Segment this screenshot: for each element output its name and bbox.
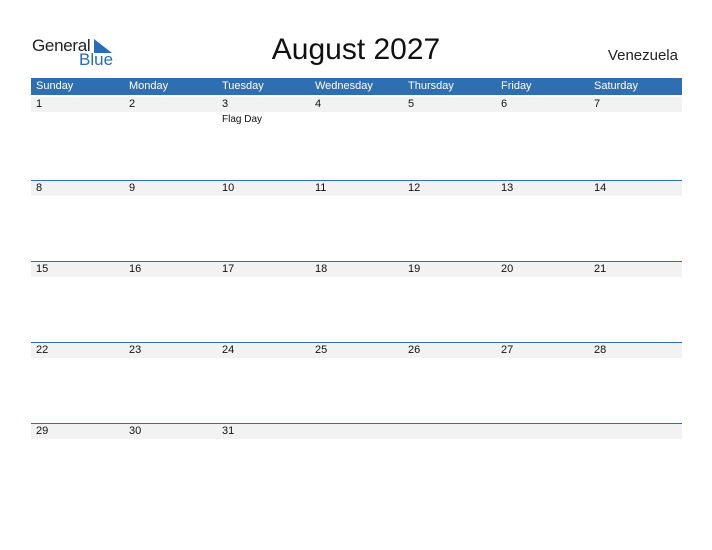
day-number: 2 <box>129 98 136 110</box>
events-row <box>31 277 682 279</box>
day-number: 18 <box>315 263 328 275</box>
day-number: 17 <box>222 263 235 275</box>
day-number: 16 <box>129 263 142 275</box>
day-number: 26 <box>408 344 421 356</box>
events-row <box>31 196 682 198</box>
date-strip: 1 2 3 4 5 6 7 <box>31 97 682 112</box>
day-number: 15 <box>36 263 49 275</box>
day-number <box>496 424 589 439</box>
date-strip: 29 30 31 <box>31 424 682 439</box>
day-event <box>589 358 682 360</box>
day-event <box>403 112 496 125</box>
day-number: 20 <box>501 263 514 275</box>
week-row: 29 30 31 <box>31 423 682 504</box>
day-event <box>124 196 217 198</box>
date-strip: 15 16 17 18 19 20 21 <box>31 262 682 277</box>
day-number: 27 <box>501 344 514 356</box>
day-number: 31 <box>222 425 235 437</box>
day-event <box>124 358 217 360</box>
day-event <box>403 439 496 441</box>
events-row: Flag Day <box>31 112 682 125</box>
date-strip: 8 9 10 11 12 13 14 <box>31 181 682 196</box>
day-number <box>589 424 682 439</box>
day-event <box>403 277 496 279</box>
weekday-tuesday: Tuesday <box>222 80 264 92</box>
events-row <box>31 439 682 441</box>
day-event <box>31 439 124 441</box>
day-event <box>217 439 310 441</box>
day-event <box>496 439 589 441</box>
day-number: 22 <box>36 344 49 356</box>
country-label: Venezuela <box>607 47 678 64</box>
day-event <box>31 277 124 279</box>
day-event <box>310 277 403 279</box>
day-event <box>496 358 589 360</box>
date-strip: 22 23 24 25 26 27 28 <box>31 343 682 358</box>
day-number: 8 <box>36 182 43 194</box>
day-number: 19 <box>408 263 421 275</box>
day-number: 14 <box>594 182 607 194</box>
day-number: 21 <box>594 263 607 275</box>
day-event <box>31 358 124 360</box>
week-row: 22 23 24 25 26 27 28 <box>31 342 682 423</box>
day-event <box>124 439 217 441</box>
day-event <box>217 277 310 279</box>
weekday-sunday: Sunday <box>36 80 74 92</box>
day-event <box>496 112 589 125</box>
day-event <box>124 277 217 279</box>
day-event <box>589 112 682 125</box>
day-event <box>403 196 496 198</box>
day-number: 7 <box>594 98 601 110</box>
day-event: Flag Day <box>222 114 263 125</box>
week-row: 8 9 10 11 12 13 14 <box>31 180 682 261</box>
weekday-monday: Monday <box>129 80 169 92</box>
events-row <box>31 358 682 360</box>
day-number: 24 <box>222 344 235 356</box>
day-event <box>310 196 403 198</box>
day-number: 3 <box>222 98 229 110</box>
day-number <box>310 424 403 439</box>
weekday-saturday: Saturday <box>594 80 639 92</box>
day-number: 23 <box>129 344 142 356</box>
weekday-friday: Friday <box>501 80 532 92</box>
weekday-header: Sunday Monday Tuesday Wednesday Thursday… <box>31 78 682 95</box>
day-number: 29 <box>36 425 49 437</box>
weekday-thursday: Thursday <box>408 80 454 92</box>
day-number: 5 <box>408 98 415 110</box>
day-event <box>403 358 496 360</box>
calendar-grid: Sunday Monday Tuesday Wednesday Thursday… <box>31 78 682 504</box>
day-event <box>589 196 682 198</box>
day-event <box>124 112 217 125</box>
day-number: 1 <box>36 98 43 110</box>
day-number: 11 <box>315 182 327 194</box>
day-number <box>403 424 496 439</box>
day-event <box>217 358 310 360</box>
day-event <box>310 358 403 360</box>
day-event <box>31 196 124 198</box>
day-event <box>496 277 589 279</box>
day-event <box>589 277 682 279</box>
day-event <box>310 439 403 441</box>
day-event <box>217 196 310 198</box>
day-number: 30 <box>129 425 142 437</box>
week-row: 1 2 3 4 5 6 7 Flag Day <box>31 97 682 180</box>
day-number: 4 <box>315 98 322 110</box>
day-event <box>31 112 124 125</box>
day-number: 10 <box>222 182 235 194</box>
day-number: 9 <box>129 182 136 194</box>
day-event <box>496 196 589 198</box>
day-event <box>310 112 403 125</box>
week-row: 15 16 17 18 19 20 21 <box>31 261 682 342</box>
weekday-wednesday: Wednesday <box>315 80 373 92</box>
day-number: 28 <box>594 344 607 356</box>
page-title: August 2027 <box>271 33 441 66</box>
day-event <box>589 439 682 441</box>
day-number: 12 <box>408 182 421 194</box>
day-number: 13 <box>501 182 514 194</box>
day-number: 6 <box>501 98 508 110</box>
day-number: 25 <box>315 344 328 356</box>
